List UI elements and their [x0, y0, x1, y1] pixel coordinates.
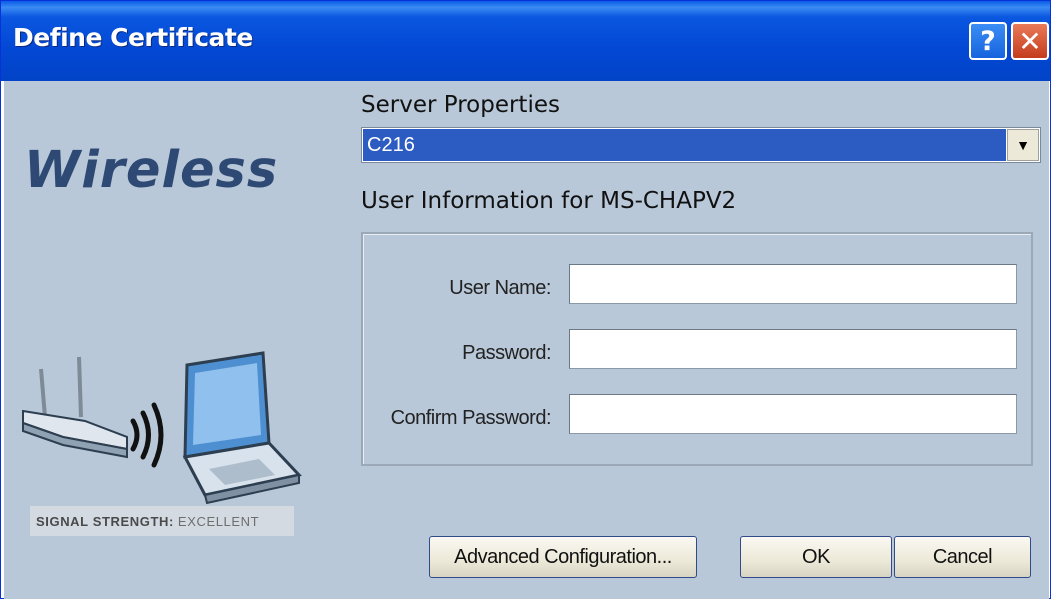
router-icon	[22, 356, 128, 459]
title-bar[interactable]: Define Certificate ? ✕	[1, 1, 1050, 81]
ok-button[interactable]: OK	[740, 536, 892, 578]
advanced-configuration-button[interactable]: Advanced Configuration...	[429, 536, 697, 578]
signal-waves-icon	[130, 402, 164, 468]
signal-strength-indicator: SIGNAL STRENGTH: EXCELLENT	[30, 506, 294, 536]
server-properties-heading: Server Properties	[361, 92, 560, 118]
confirm-password-label: Confirm Password:	[390, 407, 552, 429]
confirm-password-input[interactable]	[569, 394, 1017, 434]
user-information-heading: User Information for MS-CHAPV2	[361, 188, 737, 214]
define-certificate-dialog: Define Certificate ? ✕ Wireless SIGNAL S…	[0, 0, 1051, 599]
password-label: Password:	[462, 342, 551, 364]
credentials-group: User Name: Password: Confirm Password:	[361, 232, 1033, 466]
password-input[interactable]	[569, 329, 1017, 369]
laptop-icon	[182, 351, 302, 505]
server-select-value[interactable]: C216	[363, 129, 1006, 161]
dialog-body: Wireless SIGNAL STRENGTH: EXCELLENT Serv…	[4, 81, 1049, 599]
branding-panel: Wireless SIGNAL STRENGTH: EXCELLENT	[4, 81, 322, 599]
username-label: User Name:	[449, 277, 551, 299]
signal-label: SIGNAL STRENGTH:	[36, 513, 174, 529]
cancel-button[interactable]: Cancel	[894, 536, 1031, 578]
help-button[interactable]: ?	[969, 22, 1007, 60]
username-input[interactable]	[569, 264, 1017, 304]
signal-value: EXCELLENT	[177, 513, 260, 529]
close-button[interactable]: ✕	[1011, 22, 1049, 60]
help-icon: ?	[980, 25, 996, 57]
window-title: Define Certificate	[13, 23, 253, 52]
server-select[interactable]: C216 ▼	[361, 127, 1041, 163]
chevron-down-icon[interactable]: ▼	[1007, 129, 1039, 161]
wireless-logo: Wireless	[24, 141, 279, 200]
close-icon: ✕	[1018, 24, 1042, 58]
